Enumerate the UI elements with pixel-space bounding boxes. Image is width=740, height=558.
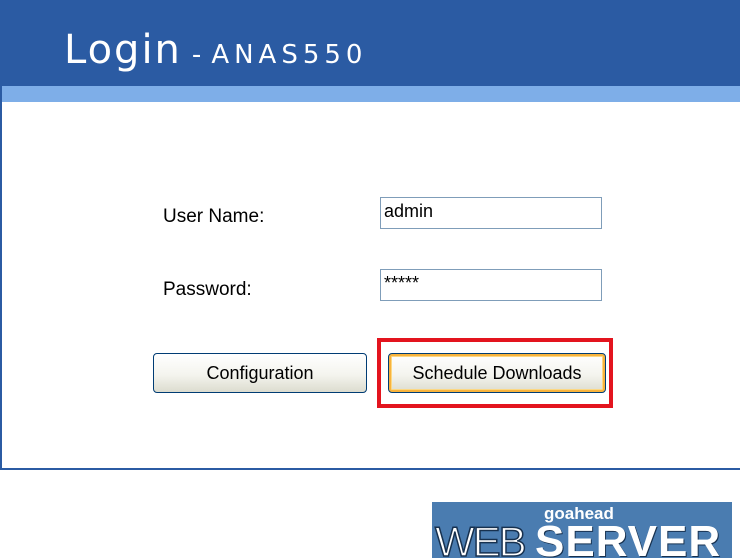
logo-server-text: SERVER: [535, 517, 722, 558]
username-label: User Name:: [163, 206, 265, 227]
highlight-box: [377, 338, 613, 408]
page-title: Login - ANAS550: [64, 30, 367, 70]
header-stripe: [2, 86, 740, 102]
title-main: Login: [64, 27, 182, 73]
password-field[interactable]: *****: [380, 269, 602, 301]
title-separator: -: [191, 40, 202, 70]
username-field[interactable]: admin: [380, 197, 602, 229]
title-device-name: ANAS550: [211, 40, 368, 70]
logo-web-text: WEB: [434, 518, 527, 558]
goahead-webserver-logo: goahead WEB SERVER: [432, 502, 732, 558]
configuration-button[interactable]: Configuration: [153, 353, 367, 393]
login-header: Login - ANAS550: [2, 0, 740, 86]
login-panel: Login - ANAS550 User Name: admin Password:…: [0, 0, 740, 470]
password-label: Password:: [163, 279, 252, 300]
